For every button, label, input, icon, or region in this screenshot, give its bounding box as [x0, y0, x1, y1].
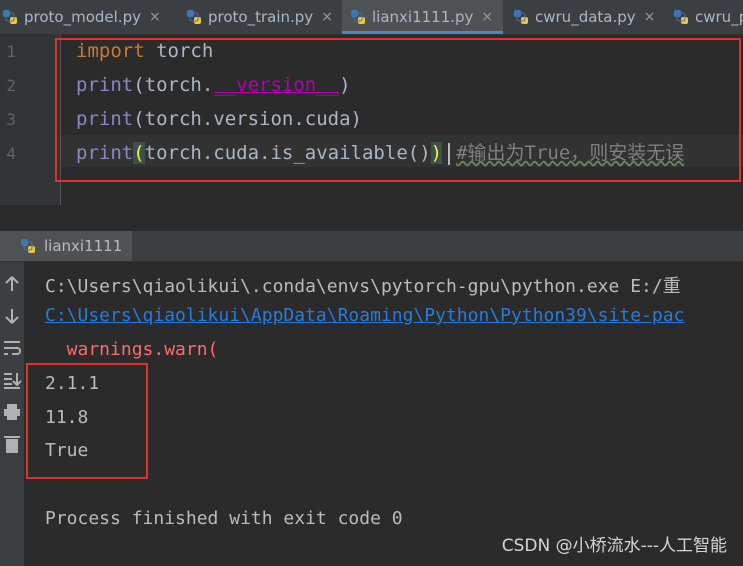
tab-label: cwru_p [695, 8, 743, 26]
python-file-icon [3, 10, 17, 24]
console-line: C:\Users\qiaolikui\.conda\envs\pytorch-g… [45, 276, 681, 297]
line-number: 2 [6, 76, 16, 95]
python-file-icon [514, 10, 528, 24]
console-exit-message: Process finished with exit code 0 [45, 508, 403, 529]
console-warning-line: warnings.warn( [45, 339, 219, 360]
console-path-link[interactable]: C:\Users\qiaolikui\AppData\Roaming\Pytho… [45, 305, 684, 326]
print-icon[interactable] [0, 402, 24, 422]
close-icon[interactable]: × [321, 9, 333, 25]
line-number: 3 [6, 110, 16, 129]
trash-icon[interactable] [0, 434, 24, 454]
run-tab-label: lianxi1111 [44, 237, 123, 255]
arrow-down-icon[interactable] [0, 306, 24, 326]
python-file-icon [21, 239, 35, 253]
python-file-icon [187, 10, 201, 24]
line-number: 4 [6, 144, 16, 163]
tab-cwru-data[interactable]: cwru_data.py × [505, 0, 665, 34]
editor-tab-bar: proto_model.py × proto_train.py × lianxi… [0, 0, 743, 35]
python-file-icon [351, 10, 365, 24]
close-icon[interactable]: × [481, 9, 493, 25]
tab-cwru-p[interactable]: cwru_p [665, 0, 743, 34]
csdn-watermark: CSDN @小桥流水---人工智能 [501, 536, 727, 556]
run-toolbar [0, 262, 24, 566]
tab-lianxi1111[interactable]: lianxi1111.py × [342, 0, 503, 34]
scroll-to-end-icon[interactable] [0, 370, 24, 390]
python-file-icon [674, 10, 688, 24]
run-tab[interactable]: lianxi1111 [0, 231, 133, 261]
line-number-gutter: 1 2 3 4 [0, 35, 60, 205]
tab-proto-model[interactable]: proto_model.py × [0, 0, 172, 34]
run-tool-window-header: lianxi1111 [0, 231, 743, 262]
tab-label: lianxi1111.py [372, 8, 474, 26]
tab-label: proto_model.py [24, 8, 141, 26]
tab-label: proto_train.py [208, 8, 314, 26]
soft-wrap-icon[interactable] [0, 338, 24, 358]
output-highlight-box [26, 363, 148, 479]
close-icon[interactable]: × [644, 9, 656, 25]
close-icon[interactable]: × [149, 9, 161, 25]
line-number: 1 [6, 42, 16, 61]
code-highlight-box [55, 38, 741, 182]
tab-label: cwru_data.py [535, 8, 636, 26]
arrow-up-icon[interactable] [0, 274, 24, 294]
panel-divider [0, 205, 743, 231]
tab-proto-train[interactable]: proto_train.py × [178, 0, 342, 34]
